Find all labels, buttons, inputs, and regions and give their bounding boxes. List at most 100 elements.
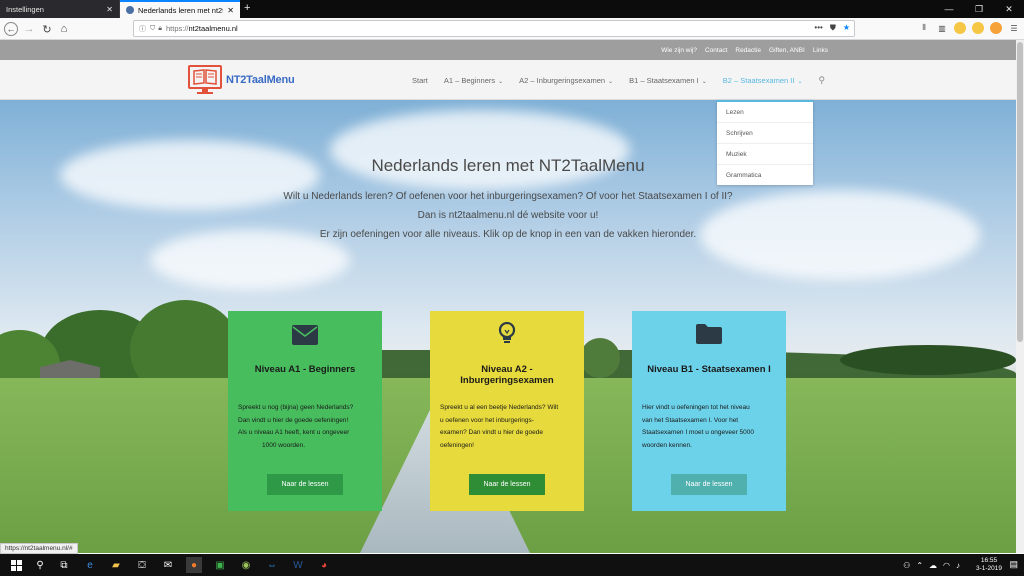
pocket-icon[interactable]: ⛊	[830, 23, 836, 33]
volume-icon[interactable]: ♪	[956, 561, 960, 570]
browser-toolbar-right: ⫴ ▥ ☰	[918, 22, 1020, 34]
reload-icon[interactable]: ↻	[40, 22, 54, 36]
card-body-line: Hier vindt u oefeningen tot het niveau	[642, 404, 750, 411]
topbar-link-links[interactable]: Links	[813, 47, 828, 54]
app-icon[interactable]: ◉	[238, 557, 254, 573]
topbar-link-redactie[interactable]: Redactie	[735, 47, 761, 54]
task-view-icon[interactable]: ⧉	[56, 557, 72, 573]
extension-icon[interactable]	[972, 22, 984, 34]
naar-de-lessen-button[interactable]: Naar de lessen	[671, 474, 747, 495]
dropdown-item-lezen[interactable]: Lezen	[717, 102, 813, 123]
mail-icon[interactable]: ✉	[160, 557, 176, 573]
network-icon[interactable]: ◠	[943, 561, 950, 570]
new-tab-button[interactable]: +	[244, 2, 250, 14]
site-header: NT2TaalMenu Start A1 – Beginners ⌄ A2 – I…	[0, 60, 1024, 100]
lightbulb-icon	[430, 322, 584, 346]
edge-icon[interactable]: e	[82, 557, 98, 573]
chevron-down-icon: ⌄	[498, 78, 504, 85]
site-topbar: Wie zijn wij? Contact Redactie Giften, A…	[0, 40, 1024, 60]
back-arrow-icon[interactable]: ←	[4, 22, 18, 36]
nav-item-a1[interactable]: A1 – Beginners ⌄	[444, 76, 503, 85]
shield-icon[interactable]: ⛉	[150, 25, 155, 33]
clock-time: 16:55	[980, 557, 998, 564]
home-icon[interactable]: ⌂	[57, 22, 71, 36]
chevron-down-icon: ⌄	[797, 78, 803, 85]
windows-taskbar: ⚲ ⧉ e ▰ ⛋ ✉ ● ▣ ◉ ⇔ W ◕ ⚇ ⌃ ☁ ◠ ♪ 16:55 …	[0, 554, 1024, 576]
nav-item-start[interactable]: Start	[412, 76, 428, 85]
nav-item-a2[interactable]: A2 – Inburgeringsexamen ⌄	[519, 76, 613, 85]
b2-dropdown-menu: Lezen Schrijven Muziek Grammatica	[717, 100, 813, 185]
library-icon[interactable]: ⫴	[918, 22, 930, 34]
teamviewer-icon[interactable]: ⇔	[264, 557, 280, 573]
restore-icon[interactable]: ❐	[964, 0, 994, 18]
notification-icon[interactable]: ▤	[1009, 559, 1018, 570]
taskbar-clock[interactable]: 16:55 3-1-2019	[976, 557, 1002, 573]
folder-icon	[632, 324, 786, 344]
lock-icon[interactable]: 🔒︎	[158, 25, 162, 33]
logo-monitor-book-icon[interactable]	[188, 64, 222, 96]
card-title: Niveau A2 - Inburgeringsexamen	[436, 364, 578, 386]
naar-de-lessen-button[interactable]: Naar de lessen	[469, 474, 545, 495]
dropdown-item-schrijven[interactable]: Schrijven	[717, 123, 813, 144]
hero-text-line: Er zijn oefeningen voor alle niveaus. Kl…	[319, 229, 697, 240]
tab-close-icon[interactable]: ✕	[227, 6, 234, 15]
topbar-link-giften[interactable]: Giften, ANBI	[769, 47, 805, 54]
card-body: Spreekt u nog (bijna) geen Nederlands? D…	[238, 402, 374, 452]
menu-icon[interactable]: ☰	[1008, 22, 1020, 34]
tab-close-icon[interactable]: ✕	[106, 5, 113, 14]
tab-nt2taalmenu[interactable]: Nederlands leren met nt2taalm ✕	[120, 0, 240, 18]
search-icon[interactable]: ⚲	[819, 75, 826, 86]
extension-icon[interactable]	[990, 22, 1002, 34]
card-body-line: van het Staatsexamen I. Voor het	[642, 416, 739, 424]
clock-date: 3-1-2019	[975, 565, 1002, 572]
bookmark-star-icon[interactable]: ★	[843, 23, 850, 33]
url-bar[interactable]: ⓘ ⛉ 🔒︎ https://nt2taalmenu.nl ••• ⛊ ★	[133, 20, 855, 37]
file-explorer-icon[interactable]: ▰	[108, 557, 124, 573]
close-window-icon[interactable]: ✕	[994, 0, 1024, 18]
scrollbar-thumb[interactable]	[1017, 42, 1023, 342]
chevron-down-icon: ⌄	[608, 78, 614, 85]
card-title: Niveau A1 - Beginners	[254, 364, 356, 375]
card-body: Hier vindt u oefeningen tot het niveau v…	[642, 402, 778, 452]
favicon-icon	[126, 6, 134, 14]
tab-label: Nederlands leren met nt2taalm	[138, 5, 224, 15]
dropdown-item-muziek[interactable]: Muziek	[717, 144, 813, 165]
card-body: Spreekt u al een beetje Nederlands? Wilt…	[440, 402, 576, 452]
people-icon[interactable]: ⚇	[903, 561, 910, 570]
tab-label: Instellingen	[6, 4, 44, 14]
firefox-icon[interactable]: ●	[186, 557, 202, 573]
forward-arrow-icon[interactable]: →	[22, 22, 36, 36]
logo-text[interactable]: NT2TaalMenu	[226, 74, 295, 86]
card-title: Niveau B1 - Staatsexamen I	[647, 364, 771, 375]
word-icon[interactable]: W	[290, 557, 306, 573]
store-icon[interactable]: ⛋	[134, 557, 150, 573]
sidebar-icon[interactable]: ▥	[936, 22, 948, 34]
info-icon[interactable]: ⓘ	[139, 24, 146, 34]
naar-de-lessen-button[interactable]: Naar de lessen	[267, 474, 343, 495]
nav-item-b2[interactable]: B2 – Staatsexamen II ⌄	[723, 76, 803, 85]
topbar-link-wie-zijn-wij[interactable]: Wie zijn wij?	[661, 47, 697, 54]
page-actions-icon[interactable]: •••	[814, 23, 822, 33]
card-body-line: Staatsexamen I moet u ongeveer 5000	[642, 429, 755, 436]
app-icon[interactable]: ▣	[212, 557, 228, 573]
main-navigation: Start A1 – Beginners ⌄ A2 – Inburgeringse…	[412, 60, 825, 100]
search-icon[interactable]: ⚲	[32, 557, 48, 573]
windows-start-icon[interactable]	[8, 557, 24, 573]
card-niveau-a2: Niveau A2 - Inburgeringsexamen Spreekt u…	[430, 311, 584, 511]
nav-item-label: B2 – Staatsexamen II	[722, 75, 795, 85]
topbar-links: Wie zijn wij? Contact Redactie Giften, A…	[661, 40, 828, 60]
chrome-icon[interactable]: ◕	[316, 557, 332, 573]
chevron-up-icon[interactable]: ⌃	[916, 561, 923, 570]
browser-navbar: ← → ↻ ⌂ ⓘ ⛉ 🔒︎ https://nt2taalmenu.nl ••…	[0, 18, 1024, 40]
card-title-line: Inburgeringsexamen	[460, 375, 554, 386]
topbar-link-contact[interactable]: Contact	[705, 47, 727, 54]
tab-instellingen[interactable]: Instellingen ✕	[0, 0, 120, 18]
dropdown-item-grammatica[interactable]: Grammatica	[717, 165, 813, 186]
page-scrollbar[interactable]	[1016, 40, 1024, 553]
window-controls: — ❐ ✕	[934, 0, 1024, 18]
cloud-icon[interactable]: ☁	[929, 561, 937, 570]
nav-item-b1[interactable]: B1 – Staatsexamen I ⌄	[629, 76, 707, 85]
minimize-icon[interactable]: —	[934, 0, 964, 18]
extension-icon[interactable]	[954, 22, 966, 34]
card-body-line: u oefenen voor het inburgerings-	[440, 416, 534, 424]
